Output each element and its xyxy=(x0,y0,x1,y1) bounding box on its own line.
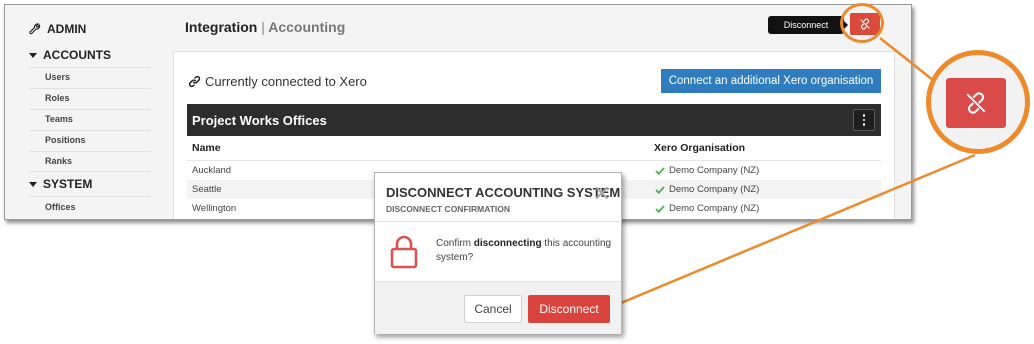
dialog-footer: Cancel Disconnect xyxy=(375,281,621,334)
dialog-message-pre: Confirm xyxy=(436,238,474,249)
disconnect-dialog: DISCONNECT ACCOUNTING SYSTEM DISCONNECT … xyxy=(374,172,622,334)
unlink-icon xyxy=(966,92,986,114)
disconnect-button[interactable]: Disconnect xyxy=(528,295,610,323)
unlink-button-zoomed[interactable] xyxy=(946,78,1006,128)
dialog-message-bold: disconnecting xyxy=(473,238,542,249)
dialog-title: DISCONNECT ACCOUNTING SYSTEM xyxy=(386,185,621,200)
cancel-button[interactable]: Cancel xyxy=(464,295,522,323)
lock-icon xyxy=(390,235,418,269)
dialog-message: Confirm disconnecting this accounting sy… xyxy=(436,237,616,265)
divider xyxy=(375,221,621,222)
dialog-subtitle: DISCONNECT CONFIRMATION xyxy=(386,204,511,214)
callout-ring-small xyxy=(840,3,884,43)
close-icon[interactable]: ✕ xyxy=(593,183,611,205)
